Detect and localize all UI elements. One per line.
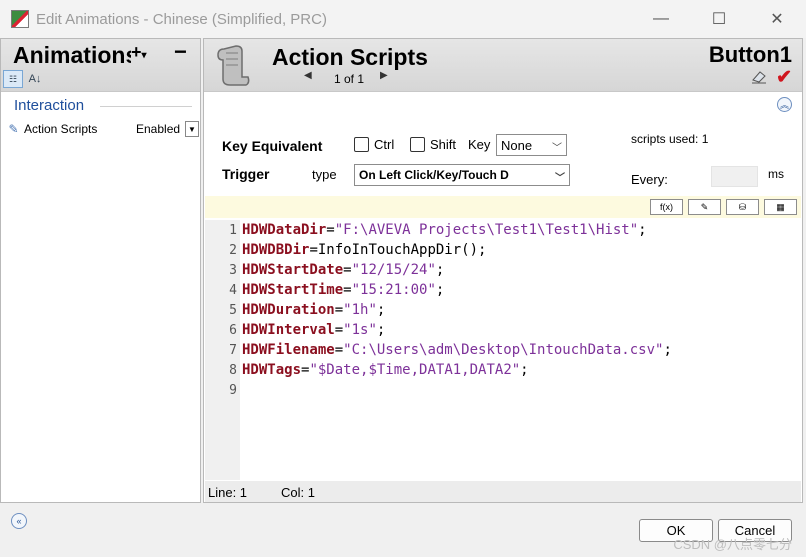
animations-pane: Animations +▾ − ☷ A↓ Interaction ✎ Actio… (0, 38, 201, 503)
watermark: CSDN @八点零七分 (673, 537, 792, 552)
close-button[interactable]: ✕ (748, 0, 806, 38)
window-title: Edit Animations - Chinese (Simplified, P… (36, 10, 327, 28)
animation-item-action-scripts[interactable]: ✎ Action Scripts Enabled ▼ (7, 119, 199, 139)
app-icon (11, 10, 29, 28)
code-line: 8 HDWTags="$Date,$Time,DATA1,DATA2"; (229, 362, 529, 378)
animation-status: Enabled (136, 122, 181, 136)
section-interaction: Interaction (14, 97, 85, 114)
action-scripts-header: Action Scripts ◀ 1 of 1 ▶ Button1 ✔ (204, 39, 802, 92)
script-toolbar: f(x) ✎ ⛁ ▦ (205, 196, 801, 218)
every-label: Every: (631, 172, 668, 187)
object-name: Button1 (708, 42, 792, 67)
status-line: Line: 1 (208, 485, 248, 500)
animation-item-label: Action Scripts (24, 122, 98, 136)
validate-check-icon[interactable]: ✔ (776, 66, 792, 89)
code-line: 1 HDWDataDir="F:\AVEVA Projects\Test1\Tes… (229, 222, 647, 238)
code-line: 6 HDWInterval="1s"; (229, 322, 386, 338)
code-line: 2 HDWDBDir=InfoInTouchAppDir(); (229, 242, 487, 258)
edit-script-icon[interactable]: ✎ (688, 199, 721, 215)
expand-left-icon[interactable]: « (11, 513, 27, 529)
eraser-icon[interactable] (751, 70, 767, 84)
section-divider (100, 106, 192, 107)
title-bar: Edit Animations - Chinese (Simplified, P… (0, 0, 806, 38)
ctrl-label: Ctrl (374, 137, 395, 152)
shift-label: Shift (430, 137, 457, 152)
chevron-down-icon: ﹀ (555, 173, 565, 184)
status-col: Col: 1 (281, 485, 315, 500)
animations-title: Animations (13, 42, 131, 68)
code-line: 4 HDWStartTime="15:21:00"; (229, 282, 445, 298)
collapse-up-icon[interactable]: ︽ (777, 97, 792, 112)
function-icon[interactable]: f(x) (650, 199, 683, 215)
key-select-value: None (501, 137, 533, 153)
database-icon[interactable]: ⛁ (726, 199, 759, 215)
script-editor[interactable]: 1 HDWDataDir="F:\AVEVA Projects\Test1\Tes… (205, 220, 801, 480)
minimize-button[interactable]: — (632, 0, 690, 38)
code-line: 5 HDWDuration="1h"; (229, 302, 386, 318)
next-page-button[interactable]: ▶ (380, 70, 388, 81)
pager-text: 1 of 1 (334, 72, 365, 86)
animations-header: Animations +▾ − ☷ A↓ (1, 39, 200, 92)
code-line: 3 HDWStartDate="12/15/24"; (229, 262, 445, 278)
editor-status-bar: Line: 1 Col: 1 (205, 481, 801, 502)
every-input[interactable] (711, 166, 758, 187)
type-label: type (312, 167, 337, 182)
page-title: Action Scripts (272, 44, 428, 70)
insert-table-icon[interactable]: ▦ (764, 199, 797, 215)
trigger-type-select[interactable]: On Left Click/Key/Touch D ﹀ (354, 164, 570, 186)
scripts-used-label: scripts used: 1 (631, 132, 709, 146)
ctrl-checkbox[interactable] (354, 137, 369, 152)
previous-page-button[interactable]: ◀ (304, 70, 312, 81)
trigger-label: Trigger (222, 166, 270, 182)
key-label: Key (468, 137, 491, 152)
sort-az-icon[interactable]: A↓ (26, 70, 44, 88)
key-select[interactable]: None ﹀ (496, 134, 567, 156)
code-line: 9 (229, 382, 237, 398)
code-line: 7 HDWFilename="C:\Users\adm\Desktop\Intou… (229, 342, 672, 358)
scripts-used-value: 1 (701, 132, 709, 146)
chevron-down-icon: ﹀ (552, 143, 562, 154)
trigger-type-value: On Left Click/Key/Touch D (359, 168, 509, 182)
maximize-button[interactable]: ☐ (690, 0, 748, 38)
action-scripts-pane: Action Scripts ◀ 1 of 1 ▶ Button1 ✔ ︽ Ke… (203, 38, 803, 503)
status-dropdown-button[interactable]: ▼ (185, 121, 199, 137)
categorized-view-icon[interactable]: ☷ (3, 70, 23, 88)
ms-label: ms (768, 167, 784, 181)
action-script-icon: ✎ (8, 122, 19, 136)
scroll-icon (217, 45, 250, 86)
remove-animation-button[interactable]: − (174, 39, 187, 65)
add-animation-button[interactable]: +▾ (131, 42, 147, 63)
shift-checkbox[interactable] (410, 137, 425, 152)
key-equivalent-label: Key Equivalent (222, 138, 323, 154)
